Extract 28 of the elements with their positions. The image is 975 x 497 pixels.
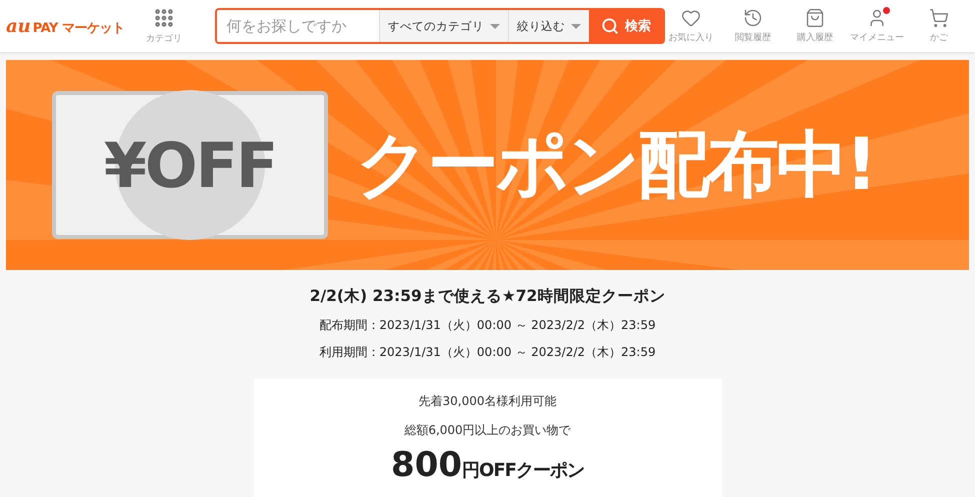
condition-text: 総額6,000円以上のお買い物で <box>404 422 571 439</box>
caret-icon <box>490 24 500 28</box>
limit-text: 先着30,000名様利用可能 <box>418 393 556 410</box>
card-text: ¥OFF <box>104 128 276 202</box>
nav-item[interactable]: お気に入り <box>665 8 717 44</box>
discount-amount: 800 <box>391 445 462 485</box>
cart-icon <box>929 8 949 28</box>
nav-item[interactable]: 閲覧履歴 <box>727 8 779 44</box>
banner-title: クーポン配布中! <box>356 121 875 208</box>
grid-icon <box>153 7 175 29</box>
search-button[interactable]: 検索 <box>589 10 663 42</box>
category-select[interactable]: すべてのカテゴリ <box>379 10 508 42</box>
filter-select[interactable]: 絞り込む <box>508 10 589 42</box>
logo-text[interactable]: PAY マーケット <box>32 18 124 36</box>
nav-item[interactable]: 購入履歴 <box>789 8 841 44</box>
logo-mark[interactable]: au <box>6 16 31 36</box>
nav-item[interactable]: マイメニュー <box>851 8 903 44</box>
nav-item[interactable]: かご <box>913 8 965 44</box>
category-button[interactable]: カテゴリ <box>132 7 196 45</box>
period-text: 配布期間：2023/1/31（火）00:00 ～ 2023/2/2（木）23:59 <box>319 317 656 334</box>
period-text: 利用期間：2023/1/31（火）00:00 ～ 2023/2/2（木）23:59 <box>319 344 656 361</box>
caret-icon <box>571 24 581 28</box>
history-icon <box>743 8 763 28</box>
heart-icon <box>681 8 701 28</box>
bag-icon <box>805 8 825 28</box>
search-icon <box>601 17 619 35</box>
coupon-headline: 2/2(木) 23:59まで使える★72時間限定クーポン <box>310 286 666 307</box>
discount-unit: 円OFFクーポン <box>462 459 584 482</box>
